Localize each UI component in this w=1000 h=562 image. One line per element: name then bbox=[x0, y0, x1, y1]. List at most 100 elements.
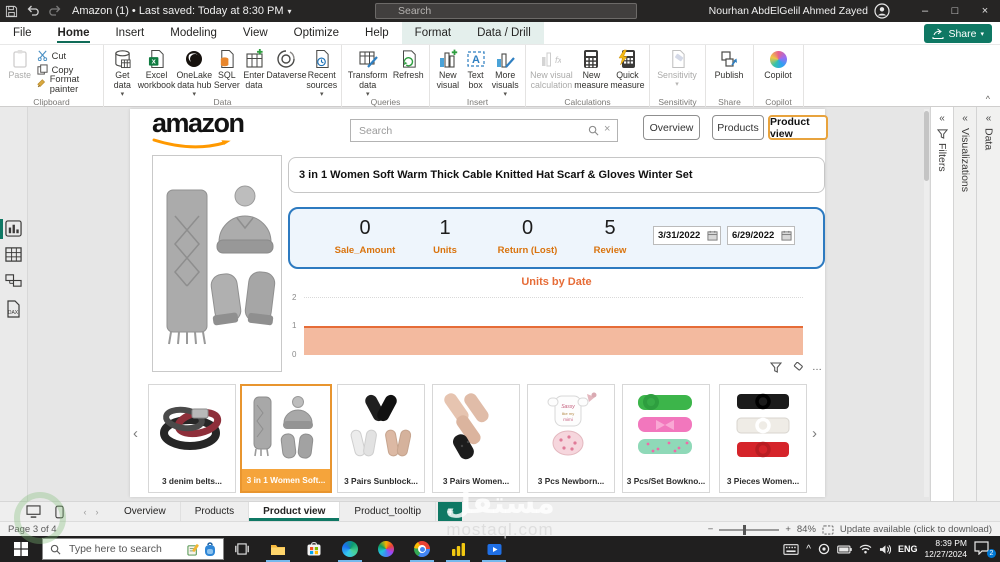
eraser-icon[interactable] bbox=[791, 362, 803, 373]
share-button[interactable]: Share ▾ bbox=[924, 24, 992, 43]
report-view-icon[interactable] bbox=[5, 220, 23, 238]
new-measure-button[interactable]: New measure bbox=[574, 47, 609, 91]
units-by-date-chart[interactable]: Units by Date 2 1 0 bbox=[288, 276, 825, 378]
enter-data-button[interactable]: Enter data bbox=[240, 47, 267, 91]
maximize-button[interactable]: □ bbox=[940, 0, 970, 22]
more-options-icon[interactable]: … bbox=[812, 362, 822, 373]
minimize-button[interactable]: – bbox=[910, 0, 940, 22]
product-card[interactable]: Sassy like my mimi 3 Pcs Newborn... bbox=[527, 384, 615, 493]
data-pane-collapsed[interactable]: « Data bbox=[976, 107, 1000, 501]
new-visual-button[interactable]: New visual bbox=[433, 47, 463, 91]
model-view-icon[interactable] bbox=[5, 272, 23, 290]
hidden-icons-chevron[interactable]: ^ bbox=[806, 544, 811, 555]
taskbar-clock[interactable]: 8:39 PM 12/27/2024 bbox=[924, 538, 967, 559]
excel-workbook-button[interactable]: x Excel workbook bbox=[138, 47, 175, 91]
file-explorer-icon[interactable] bbox=[260, 536, 296, 562]
dax-query-view-icon[interactable]: DAX bbox=[5, 300, 23, 318]
update-available-message[interactable]: Update available (click to download) bbox=[840, 524, 992, 535]
desktop-layout-icon[interactable] bbox=[20, 502, 46, 521]
sql-server-button[interactable]: SQL Server bbox=[213, 47, 240, 91]
dataverse-button[interactable]: Dataverse bbox=[266, 47, 307, 81]
language-indicator[interactable]: ENG bbox=[898, 544, 918, 554]
nav-product-view-button[interactable]: Product view bbox=[768, 115, 828, 140]
recent-sources-button[interactable]: Recent sources ▾ bbox=[305, 47, 338, 99]
expand-icon[interactable]: « bbox=[986, 113, 992, 124]
text-box-button[interactable]: A Text box bbox=[463, 47, 489, 91]
action-center-button[interactable]: 2 bbox=[974, 541, 996, 558]
sensitivity-button[interactable]: Sensitivity ▾ bbox=[653, 47, 701, 89]
tab-format[interactable]: Format bbox=[401, 22, 465, 44]
start-button[interactable] bbox=[0, 536, 42, 562]
mobile-layout-icon[interactable] bbox=[46, 502, 72, 521]
cut-button[interactable]: Cut bbox=[37, 49, 100, 62]
touch-keyboard-icon[interactable] bbox=[783, 543, 799, 555]
product-card[interactable]: 3 Pairs Women... bbox=[432, 384, 520, 493]
report-search-icon[interactable] bbox=[588, 125, 599, 136]
tab-insert[interactable]: Insert bbox=[102, 22, 157, 44]
format-painter-button[interactable]: Format painter bbox=[36, 74, 100, 94]
add-page-button[interactable]: + bbox=[438, 502, 463, 521]
page-tab-product-tooltip[interactable]: Product_tooltip bbox=[340, 502, 437, 521]
copilot-icon[interactable] bbox=[368, 536, 404, 562]
tab-data-drill[interactable]: Data / Drill bbox=[464, 22, 544, 44]
product-card[interactable]: 3 Pairs Sunblock... bbox=[337, 384, 425, 493]
tab-optimize[interactable]: Optimize bbox=[281, 22, 352, 44]
page-nav-forward-icon[interactable]: › bbox=[84, 502, 110, 521]
power-bi-icon[interactable] bbox=[440, 536, 476, 562]
nav-products-button[interactable]: Products bbox=[712, 115, 764, 140]
page-tab-overview[interactable]: Overview bbox=[110, 502, 181, 521]
report-search-clear-icon[interactable]: × bbox=[604, 123, 610, 135]
nav-overview-button[interactable]: Overview bbox=[643, 115, 700, 140]
tab-file[interactable]: File bbox=[0, 22, 45, 44]
refresh-button[interactable]: Refresh bbox=[390, 47, 426, 81]
publish-button[interactable]: Publish bbox=[709, 47, 749, 81]
microsoft-store-icon[interactable] bbox=[296, 536, 332, 562]
calendar-icon[interactable] bbox=[781, 230, 792, 241]
titlebar-search-input[interactable] bbox=[375, 3, 637, 19]
task-view-button[interactable] bbox=[224, 536, 260, 562]
collapse-ribbon-icon[interactable]: ^ bbox=[986, 94, 990, 104]
tab-view[interactable]: View bbox=[230, 22, 281, 44]
tab-modeling[interactable]: Modeling bbox=[157, 22, 230, 44]
onelake-data-hub-button[interactable]: OneLake data hub ▾ bbox=[175, 47, 213, 99]
tab-home[interactable]: Home bbox=[45, 22, 103, 44]
chrome-icon[interactable] bbox=[404, 536, 440, 562]
page-tab-product-view[interactable]: Product view bbox=[249, 502, 341, 521]
product-card[interactable]: 3 Pieces Women... bbox=[719, 384, 807, 493]
title-dropdown-icon[interactable]: ▾ bbox=[288, 7, 292, 16]
carousel-left-icon[interactable]: ‹ bbox=[133, 425, 138, 442]
volume-icon[interactable] bbox=[879, 544, 891, 555]
expand-icon[interactable]: « bbox=[939, 113, 945, 124]
account-area[interactable]: Nourhan AbdElGelil Ahmed Zayed bbox=[709, 0, 890, 22]
zoom-out-button[interactable]: − bbox=[708, 524, 714, 535]
expand-icon[interactable]: « bbox=[962, 113, 968, 124]
edge-icon[interactable] bbox=[332, 536, 368, 562]
tab-help[interactable]: Help bbox=[352, 22, 402, 44]
undo-icon[interactable] bbox=[22, 2, 44, 20]
transform-data-button[interactable]: Transform data ▾ bbox=[345, 47, 390, 99]
copilot-button[interactable]: Copilot bbox=[757, 47, 799, 81]
new-visual-calculation-button[interactable]: fx New visual calculation bbox=[529, 47, 574, 91]
page-tab-products[interactable]: Products bbox=[181, 502, 250, 521]
document-title[interactable]: Amazon (1) • Last saved: Today at 8:30 P… bbox=[72, 5, 284, 17]
visualizations-pane-collapsed[interactable]: « Visualizations bbox=[953, 107, 976, 501]
zoom-in-button[interactable]: + bbox=[785, 524, 791, 535]
filters-pane-collapsed[interactable]: « Filters bbox=[930, 107, 953, 501]
product-card-selected[interactable]: 3 in 1 Women Soft... bbox=[240, 384, 332, 493]
zoom-slider[interactable] bbox=[719, 524, 780, 535]
close-button[interactable]: × bbox=[970, 0, 1000, 22]
paste-button[interactable]: Paste bbox=[3, 47, 37, 81]
product-card[interactable]: 3 denim belts... bbox=[148, 384, 236, 493]
carousel-right-icon[interactable]: › bbox=[812, 425, 817, 442]
fit-to-page-icon[interactable] bbox=[822, 524, 834, 535]
onedrive-status-icon[interactable] bbox=[818, 543, 830, 555]
calendar-icon[interactable] bbox=[707, 230, 718, 241]
save-icon[interactable] bbox=[0, 2, 22, 20]
quick-measure-button[interactable]: Quick measure bbox=[609, 47, 646, 91]
get-data-button[interactable]: Get data ▾ bbox=[107, 47, 138, 99]
wifi-icon[interactable] bbox=[859, 544, 872, 554]
report-search-input[interactable] bbox=[350, 119, 618, 142]
more-visuals-button[interactable]: More visuals ▾ bbox=[488, 47, 522, 99]
filter-icon[interactable] bbox=[770, 362, 782, 373]
table-view-icon[interactable] bbox=[5, 246, 23, 264]
